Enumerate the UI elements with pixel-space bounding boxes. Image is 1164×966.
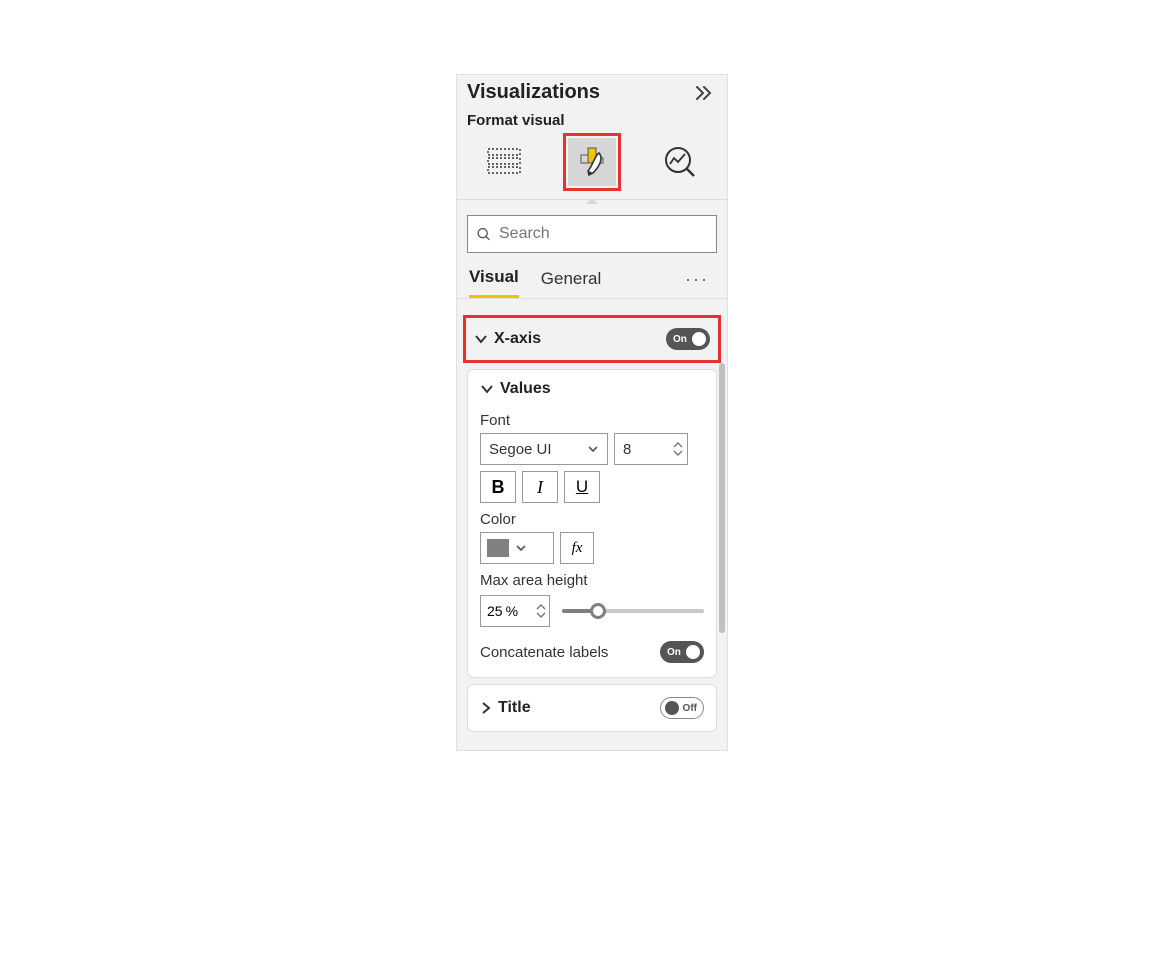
color-label: Color: [480, 511, 704, 528]
format-tabs: Visual General ···: [457, 261, 727, 299]
slider-thumb-icon: [590, 603, 606, 619]
content-area: X-axis On Values Font Segoe UI: [457, 299, 727, 750]
build-visual-button[interactable]: [480, 138, 528, 186]
fields-table-icon: [487, 148, 521, 176]
search-wrap: [457, 205, 727, 261]
values-title: Values: [500, 380, 551, 398]
toggle-knob-icon: [686, 645, 700, 659]
font-family-value: Segoe UI: [489, 441, 552, 458]
selected-indicator-icon: [586, 198, 598, 204]
max-area-value: 25: [487, 603, 503, 619]
chevron-down-icon: [515, 542, 527, 554]
max-area-label: Max area height: [480, 572, 704, 589]
chevron-down-icon: [673, 449, 683, 457]
max-area-stepper[interactable]: 25 %: [480, 595, 550, 627]
format-icon-row: [457, 133, 727, 200]
toggle-off-label: Off: [683, 703, 697, 714]
xaxis-section-header[interactable]: X-axis On: [466, 318, 718, 360]
double-chevron-right-icon: [695, 86, 713, 100]
toggle-on-label: On: [667, 647, 681, 658]
font-size-value: 8: [623, 441, 631, 458]
analytics-button[interactable]: [656, 138, 704, 186]
chevron-down-icon: [474, 332, 488, 346]
font-size-stepper[interactable]: 8: [614, 433, 688, 465]
chevron-down-icon: [480, 382, 494, 396]
format-visual-highlight: [563, 133, 621, 191]
visualizations-panel: Visualizations Format visual: [456, 74, 728, 751]
chevron-down-icon: [587, 443, 599, 455]
toggle-knob-icon: [665, 701, 679, 715]
font-family-dropdown[interactable]: Segoe UI: [480, 433, 608, 465]
toggle-on-label: On: [673, 334, 687, 345]
more-options-button[interactable]: ···: [685, 269, 709, 290]
color-dropdown[interactable]: [480, 532, 554, 564]
concat-label: Concatenate labels: [480, 644, 608, 661]
xaxis-label: X-axis: [494, 330, 541, 348]
title-toggle[interactable]: Off: [660, 697, 704, 719]
values-card: Values Font Segoe UI 8 B I: [467, 369, 717, 678]
panel-subtitle: Format visual: [457, 104, 727, 133]
search-input[interactable]: [497, 224, 708, 244]
underline-button[interactable]: U: [564, 471, 600, 503]
chevron-up-icon: [536, 603, 546, 611]
values-header[interactable]: Values: [480, 380, 704, 404]
chevron-right-icon: [480, 701, 492, 715]
conditional-formatting-button[interactable]: fx: [560, 532, 594, 564]
format-visual-button[interactable]: [568, 138, 616, 186]
tab-general[interactable]: General: [541, 269, 601, 297]
analytics-magnifier-icon: [663, 145, 697, 179]
search-box[interactable]: [467, 215, 717, 253]
expand-panel-button[interactable]: [695, 84, 713, 102]
xaxis-toggle[interactable]: On: [666, 328, 710, 350]
search-icon: [476, 225, 491, 243]
chevron-down-icon: [536, 611, 546, 619]
color-swatch-icon: [487, 539, 509, 557]
toggle-knob-icon: [692, 332, 706, 346]
bold-button[interactable]: B: [480, 471, 516, 503]
panel-title: Visualizations: [467, 81, 600, 104]
max-area-unit: %: [506, 603, 518, 619]
concatenate-labels-toggle[interactable]: On: [660, 641, 704, 663]
panel-header: Visualizations: [457, 75, 727, 104]
font-label: Font: [480, 412, 704, 429]
chevron-up-icon: [673, 441, 683, 449]
italic-button[interactable]: I: [522, 471, 558, 503]
max-area-slider[interactable]: [562, 601, 704, 621]
title-section-label: Title: [498, 699, 531, 717]
title-card[interactable]: Title Off: [467, 684, 717, 732]
scrollbar[interactable]: [719, 363, 725, 633]
paintbrush-chart-icon: [575, 145, 609, 179]
tab-visual[interactable]: Visual: [469, 267, 519, 298]
xaxis-highlight: X-axis On: [463, 315, 721, 363]
